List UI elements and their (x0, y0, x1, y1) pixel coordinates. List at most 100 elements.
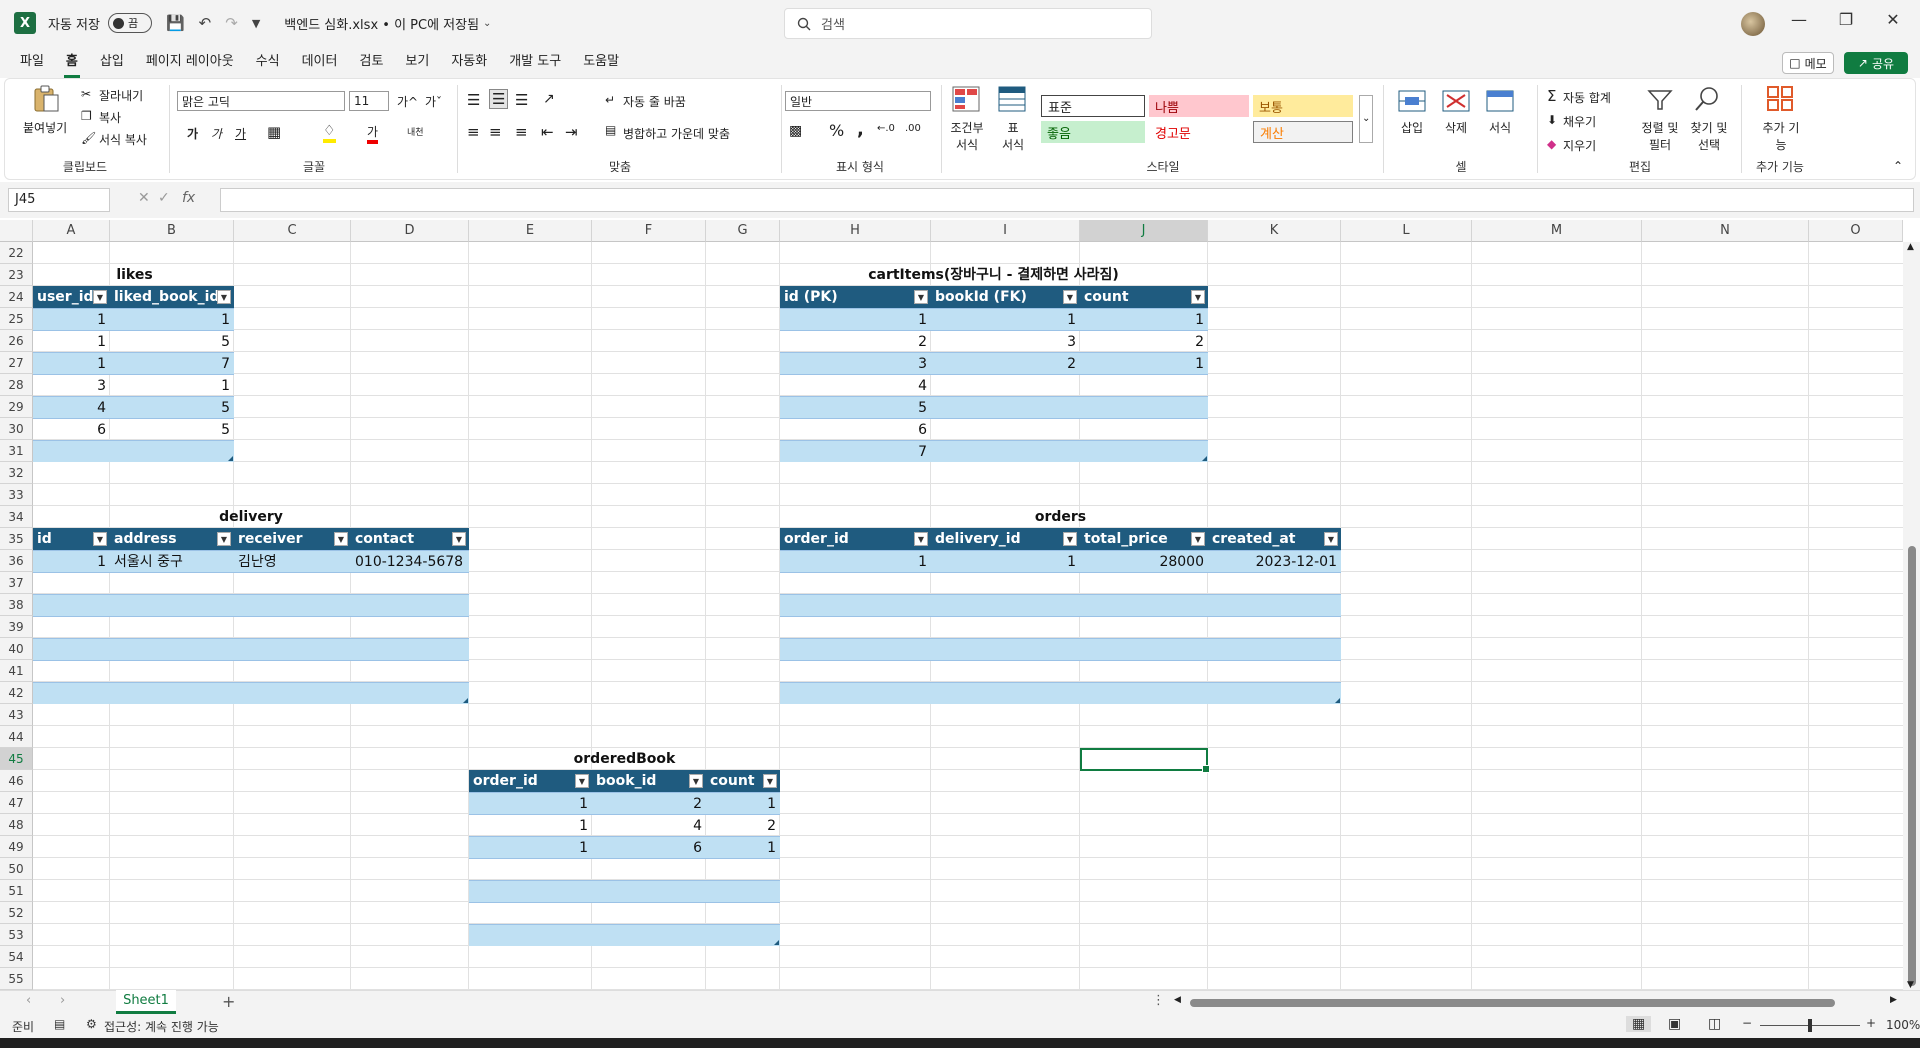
worksheet-grid[interactable]: ABCDEFGHIJKLMNO 22 23 24 25 26 27 28 29 30 31 32 33… (0, 220, 1920, 990)
cut-button[interactable]: 잘라내기 (99, 87, 143, 104)
orders-cell[interactable] (1208, 594, 1341, 616)
filter-dropdown-icon[interactable]: ▼ (334, 532, 348, 546)
column-header-C[interactable]: C (234, 220, 351, 242)
insert-cells-icon[interactable] (1397, 87, 1427, 115)
column-header-H[interactable]: H (780, 220, 931, 242)
likes-cell[interactable]: 5 (110, 396, 234, 418)
delivery-cell[interactable] (351, 572, 469, 594)
sort-filter-icon[interactable] (1645, 85, 1675, 113)
decrease-indent-icon[interactable]: ⇤ (541, 123, 554, 141)
delivery-cell[interactable] (110, 594, 234, 616)
collapse-ribbon-icon[interactable]: ⌃ (1893, 159, 1903, 173)
orderedbook-cell[interactable]: 2 (706, 814, 780, 836)
orderedbook-cell[interactable] (706, 902, 780, 924)
delivery-header-1[interactable]: address ▼ (110, 528, 234, 550)
cartitems-header-1[interactable]: bookId (FK) ▼ (931, 286, 1080, 308)
table-resize-handle[interactable] (1335, 698, 1340, 703)
delivery-cell[interactable] (351, 682, 469, 704)
merge-center-button[interactable]: 병합하고 가운데 맞춤 (623, 125, 730, 142)
accounting-format-icon[interactable]: ▩ (789, 123, 802, 139)
column-header-D[interactable]: D (351, 220, 469, 242)
delivery-cell[interactable] (351, 594, 469, 616)
format-painter-button[interactable]: 서식 복사 (99, 131, 147, 148)
font-color-button[interactable]: 가 (367, 123, 379, 144)
insert-cells-button[interactable]: 삽입 (1401, 119, 1423, 136)
align-bottom-icon[interactable]: ☰ (515, 91, 528, 109)
menu-file[interactable]: 파일 (18, 46, 46, 78)
orderedbook-header-2[interactable]: count ▼ (706, 770, 780, 792)
zoom-in-icon[interactable]: + (1866, 1016, 1876, 1030)
font-size-select[interactable]: 11 (349, 91, 389, 111)
cartitems-cell[interactable] (931, 374, 1080, 396)
filter-dropdown-icon[interactable]: ▼ (217, 532, 231, 546)
menu-automate[interactable]: 자동화 (449, 46, 489, 78)
borders-icon[interactable]: ▦ (267, 123, 281, 141)
row-header-25[interactable]: 25 (0, 308, 33, 330)
share-button[interactable]: ↗ 공유 (1844, 52, 1908, 74)
column-header-L[interactable]: L (1341, 220, 1472, 242)
orderedbook-cell[interactable]: 6 (592, 836, 706, 858)
table-format-icon[interactable] (997, 85, 1027, 113)
row-header-22[interactable]: 22 (0, 242, 33, 264)
filter-dropdown-icon[interactable]: ▼ (763, 774, 777, 788)
percent-button[interactable]: % (829, 121, 844, 140)
cartitems-cell[interactable]: 2 (780, 330, 931, 352)
orderedbook-cell[interactable]: 2 (592, 792, 706, 814)
row-header-51[interactable]: 51 (0, 880, 33, 902)
delivery-cell[interactable] (33, 616, 110, 638)
redo-icon[interactable]: ↷ (225, 14, 238, 32)
restore-icon[interactable]: ❐ (1834, 10, 1858, 29)
orders-cell[interactable] (1208, 638, 1341, 660)
cut-icon[interactable]: ✂ (81, 87, 91, 101)
paste-button[interactable]: 붙여넣기 (23, 119, 67, 136)
decrease-decimal-icon[interactable]: .00 (905, 123, 921, 134)
font-grow-button[interactable]: 가^ (397, 93, 418, 110)
zoom-slider-thumb[interactable] (1808, 1019, 1812, 1032)
row-header-41[interactable]: 41 (0, 660, 33, 682)
row-header-39[interactable]: 39 (0, 616, 33, 638)
row-header-32[interactable]: 32 (0, 462, 33, 484)
insert-function-button[interactable]: fx (182, 190, 195, 206)
likes-cell[interactable]: 4 (33, 396, 110, 418)
row-header-23[interactable]: 23 (0, 264, 33, 286)
delivery-header-0[interactable]: id ▼ (33, 528, 110, 550)
accessibility-icon[interactable]: ⚙ (86, 1017, 97, 1031)
row-header-26[interactable]: 26 (0, 330, 33, 352)
column-header-N[interactable]: N (1642, 220, 1809, 242)
orders-cell[interactable] (931, 616, 1080, 638)
row-header-43[interactable]: 43 (0, 704, 33, 726)
cartitems-header-2[interactable]: count ▼ (1080, 286, 1208, 308)
styles-scroll-icon[interactable]: ⌄ (1359, 95, 1374, 143)
cartitems-cell[interactable]: 1 (780, 308, 931, 330)
likes-cell[interactable]: 3 (33, 374, 110, 396)
menu-insert[interactable]: 삽입 (98, 46, 126, 78)
file-title[interactable]: 백엔드 심화.xlsx • 이 PC에 저장됨 (284, 14, 479, 33)
delivery-cell[interactable] (33, 594, 110, 616)
delivery-cell[interactable] (33, 638, 110, 660)
likes-cell[interactable]: 1 (33, 330, 110, 352)
autosum-icon[interactable]: Σ (1547, 87, 1556, 105)
font-shrink-button[interactable]: 가ˇ (425, 93, 442, 110)
horizontal-scroll-thumb[interactable] (1190, 999, 1835, 1007)
likes-cell[interactable]: 5 (110, 418, 234, 440)
likes-cell[interactable]: 1 (110, 374, 234, 396)
style-bad[interactable]: 나쁨 (1149, 95, 1249, 117)
cartitems-cell[interactable]: 4 (780, 374, 931, 396)
row-header-48[interactable]: 48 (0, 814, 33, 836)
orders-cell[interactable]: 2023-12-01 (1208, 550, 1341, 572)
orders-cell[interactable]: 1 (780, 550, 931, 572)
delivery-header-2[interactable]: receiver ▼ (234, 528, 351, 550)
row-header-35[interactable]: 35 (0, 528, 33, 550)
orders-cell[interactable] (1208, 660, 1341, 682)
autosave-toggle[interactable]: 끔 (107, 13, 152, 33)
enter-icon[interactable]: ✓ (158, 190, 170, 206)
orderedbook-cell[interactable] (469, 880, 592, 902)
increase-decimal-icon[interactable]: ←.0 (877, 123, 895, 134)
orderedbook-cell[interactable] (592, 902, 706, 924)
menu-data[interactable]: 데이터 (300, 46, 340, 78)
vertical-scrollbar[interactable]: ▲ ▼ (1903, 242, 1920, 990)
cartitems-cell[interactable]: 1 (1080, 352, 1208, 374)
delivery-cell[interactable] (33, 682, 110, 704)
orderedbook-cell[interactable]: 1 (469, 836, 592, 858)
row-header-44[interactable]: 44 (0, 726, 33, 748)
